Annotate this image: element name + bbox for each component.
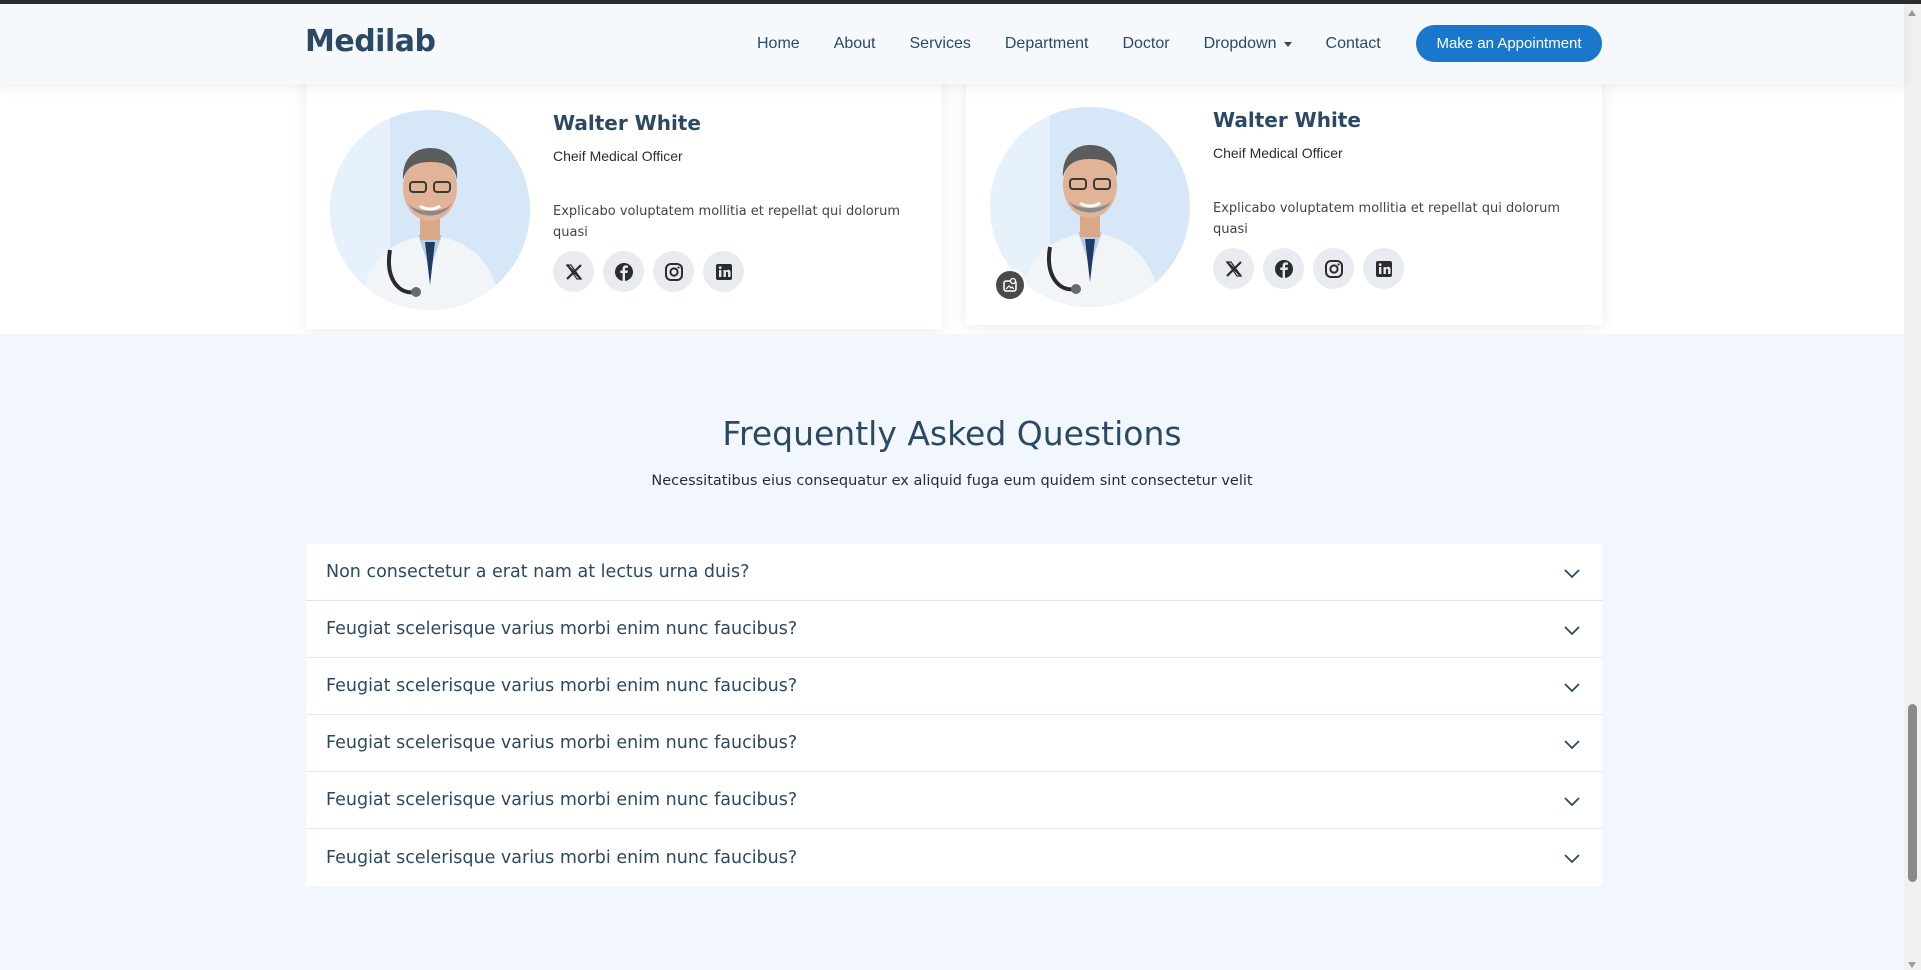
chevron-down-icon <box>1564 797 1580 807</box>
doctor-card: Walter White Cheif Medical Officer Expli… <box>306 74 942 329</box>
doctor-name: Walter White <box>1213 108 1361 132</box>
doctor-description: Explicabo voluptatem mollitia et repella… <box>1213 201 1561 237</box>
nav-item-department[interactable]: Department <box>1005 35 1089 53</box>
faq-item[interactable]: Feugiat scelerisque varius morbi enim nu… <box>306 829 1602 886</box>
chevron-down-icon <box>1564 740 1580 750</box>
nav-label: Dropdown <box>1203 35 1277 52</box>
main-nav: Home About Services Department Doctor Dr… <box>740 4 1398 84</box>
nav-label: Department <box>1004 35 1089 52</box>
faq-question: Feugiat scelerisque varius morbi enim nu… <box>326 733 798 753</box>
chevron-down-icon <box>1564 626 1580 636</box>
linkedin-icon[interactable] <box>1363 248 1404 289</box>
faq-item[interactable]: Feugiat scelerisque varius morbi enim nu… <box>306 715 1602 772</box>
chevron-down-icon <box>1564 854 1580 864</box>
scroll-thumb[interactable] <box>1908 704 1917 882</box>
faq-question: Feugiat scelerisque varius morbi enim nu… <box>326 790 798 810</box>
faq-question: Feugiat scelerisque varius morbi enim nu… <box>326 676 798 696</box>
nav-item-services[interactable]: Services <box>910 35 971 53</box>
faq-item[interactable]: Non consectetur a erat nam at lectus urn… <box>306 544 1602 601</box>
faq-subtitle: Necessitatibus eius consequatur ex aliqu… <box>651 473 1253 489</box>
x-icon[interactable] <box>553 251 594 292</box>
browser-viewport: Medilab Home About Services Department D… <box>0 0 1921 970</box>
site-header: Medilab Home About Services Department D… <box>0 4 1904 84</box>
faq-title: Frequently Asked Questions <box>722 414 1182 453</box>
faq-item[interactable]: Feugiat scelerisque varius morbi enim nu… <box>306 772 1602 829</box>
scroll-up-icon[interactable] <box>1908 10 1916 16</box>
faq-item[interactable]: Feugiat scelerisque varius morbi enim nu… <box>306 658 1602 715</box>
nav-item-doctor[interactable]: Doctor <box>1122 35 1169 53</box>
image-search-icon[interactable] <box>994 269 1026 301</box>
social-links <box>553 251 753 292</box>
facebook-icon[interactable] <box>603 251 644 292</box>
nav-label: Home <box>757 35 800 52</box>
nav-label: Services <box>909 35 971 52</box>
doctor-description: Explicabo voluptatem mollitia et repella… <box>553 204 901 240</box>
faq-question: Feugiat scelerisque varius morbi enim nu… <box>326 619 798 639</box>
nav-item-dropdown[interactable]: Dropdown <box>1204 35 1292 53</box>
faq-question: Feugiat scelerisque varius morbi enim nu… <box>326 847 798 868</box>
nav-item-home[interactable]: Home <box>757 35 800 53</box>
nav-label: About <box>833 35 876 52</box>
doctor-role: Cheif Medical Officer <box>553 148 683 164</box>
faq-section: Frequently Asked Questions Necessitatibu… <box>0 334 1904 970</box>
doctor-name: Walter White <box>553 111 701 135</box>
doctor-role: Cheif Medical Officer <box>1213 145 1343 161</box>
linkedin-icon[interactable] <box>703 251 744 292</box>
faq-question: Non consectetur a erat nam at lectus urn… <box>326 562 750 582</box>
caret-down-icon <box>1283 42 1292 47</box>
vertical-scrollbar[interactable] <box>1904 4 1921 970</box>
chevron-down-icon <box>1564 569 1580 579</box>
doctors-section: Walter White Cheif Medical Officer Expli… <box>0 74 1904 334</box>
scroll-down-icon[interactable] <box>1908 962 1916 968</box>
instagram-icon[interactable] <box>1313 248 1354 289</box>
nav-item-about[interactable]: About <box>834 35 876 53</box>
faq-list: Non consectetur a erat nam at lectus urn… <box>306 544 1602 886</box>
social-links <box>1213 248 1413 289</box>
x-icon[interactable] <box>1213 248 1254 289</box>
chevron-down-icon <box>1564 683 1580 693</box>
nav-label: Contact <box>1325 35 1381 52</box>
nav-label: Doctor <box>1122 35 1170 52</box>
doctor-photo <box>330 110 530 310</box>
make-appointment-button[interactable]: Make an Appointment <box>1416 25 1602 62</box>
doctor-card: Walter White Cheif Medical Officer Expli… <box>966 74 1602 325</box>
facebook-icon[interactable] <box>1263 248 1304 289</box>
nav-item-contact[interactable]: Contact <box>1326 35 1381 53</box>
faq-item[interactable]: Feugiat scelerisque varius morbi enim nu… <box>306 601 1602 658</box>
instagram-icon[interactable] <box>653 251 694 292</box>
site-logo[interactable]: Medilab <box>305 24 436 59</box>
